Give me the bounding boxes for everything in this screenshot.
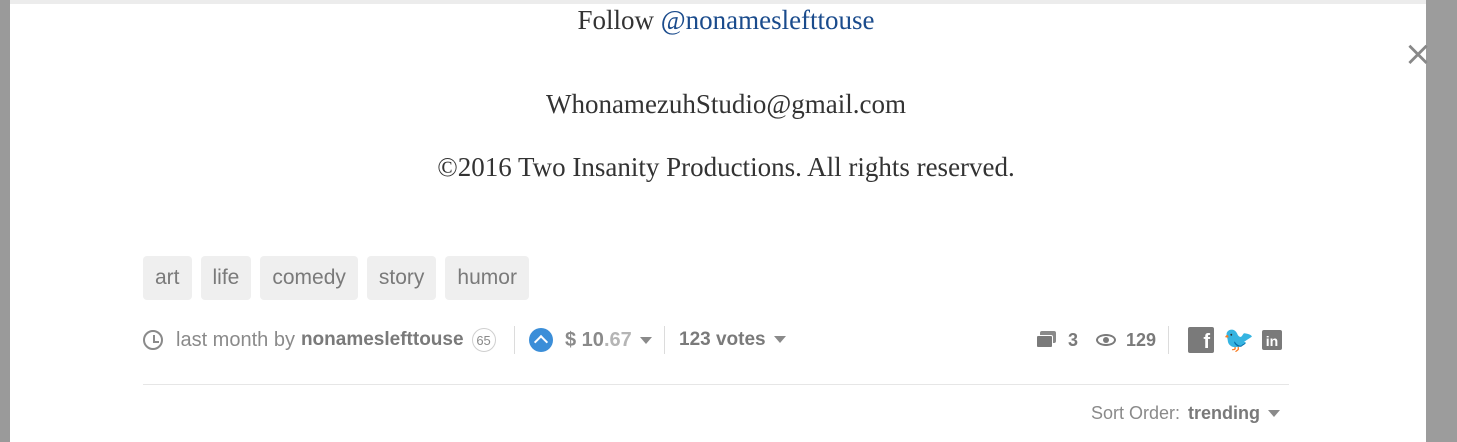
payout-dropdown[interactable]: $ 10.67 [565, 329, 652, 352]
facebook-icon[interactable]: f [1188, 327, 1214, 353]
eye-icon [1096, 334, 1116, 346]
close-icon[interactable]: × [1403, 37, 1433, 71]
payout-cents: .67 [603, 328, 632, 351]
chevron-down-icon [639, 336, 652, 344]
payout-dollars: $ 10 [565, 328, 604, 351]
author-link[interactable]: nonameslefttouse [301, 329, 464, 351]
sort-dropdown[interactable]: trending [1188, 402, 1281, 424]
payout-group: $ 10.67 [529, 322, 652, 358]
chevron-down-icon [773, 336, 786, 344]
tag-list: art life comedy story humor [143, 256, 529, 300]
reputation-badge: 65 [471, 328, 496, 352]
follow-handle-link[interactable]: @nonameslefttouse [661, 5, 875, 35]
tag-humor[interactable]: humor [445, 256, 529, 300]
sort-label: Sort Order: [1091, 402, 1181, 423]
comments-count: 3 [1068, 329, 1079, 350]
upvote-icon[interactable] [529, 328, 553, 352]
votes-count: 123 votes [679, 329, 766, 350]
share-facebook[interactable]: f [1188, 322, 1214, 358]
views-stat: 129 [1096, 322, 1156, 358]
post-time: last month by [176, 328, 295, 351]
sort-value: trending [1188, 402, 1261, 423]
share-twitter[interactable]: 🐦 [1223, 322, 1254, 358]
share-linkedin[interactable]: in [1262, 322, 1282, 358]
divider-line [143, 384, 1289, 385]
comments-icon [1036, 331, 1058, 349]
tag-art[interactable]: art [143, 256, 192, 300]
divider [664, 326, 665, 354]
views-count: 129 [1126, 329, 1157, 350]
votes-group: 123 votes [679, 322, 786, 358]
follow-line: Follow @nonameslefttouse [10, 4, 1442, 36]
votes-dropdown[interactable]: 123 votes [679, 329, 786, 351]
linkedin-icon[interactable]: in [1262, 330, 1282, 350]
backdrop-left [0, 0, 10, 442]
comments-stat[interactable]: 3 [1036, 322, 1078, 358]
divider [514, 326, 515, 354]
chevron-down-icon [1268, 410, 1281, 418]
tag-story[interactable]: story [366, 256, 437, 300]
copyright-notice: ©2016 Two Insanity Productions. All righ… [437, 152, 1015, 182]
post-time-author: last month by nonameslefttouse 65 [143, 322, 496, 358]
tag-life[interactable]: life [200, 256, 252, 300]
sort-order: Sort Order: trending [1091, 401, 1281, 425]
follow-prefix: Follow [577, 5, 661, 35]
post-modal: × Follow @nonameslefttouse WhonamezuhStu… [10, 4, 1432, 442]
contact-email: WhonamezuhStudio@gmail.com [545, 89, 907, 119]
divider [1168, 326, 1169, 354]
tag-comedy[interactable]: comedy [260, 256, 358, 300]
post-meta-bar: last month by nonameslefttouse 65 $ 10.6… [143, 322, 1289, 358]
clock-icon [143, 330, 163, 350]
twitter-icon[interactable]: 🐦 [1223, 327, 1254, 353]
